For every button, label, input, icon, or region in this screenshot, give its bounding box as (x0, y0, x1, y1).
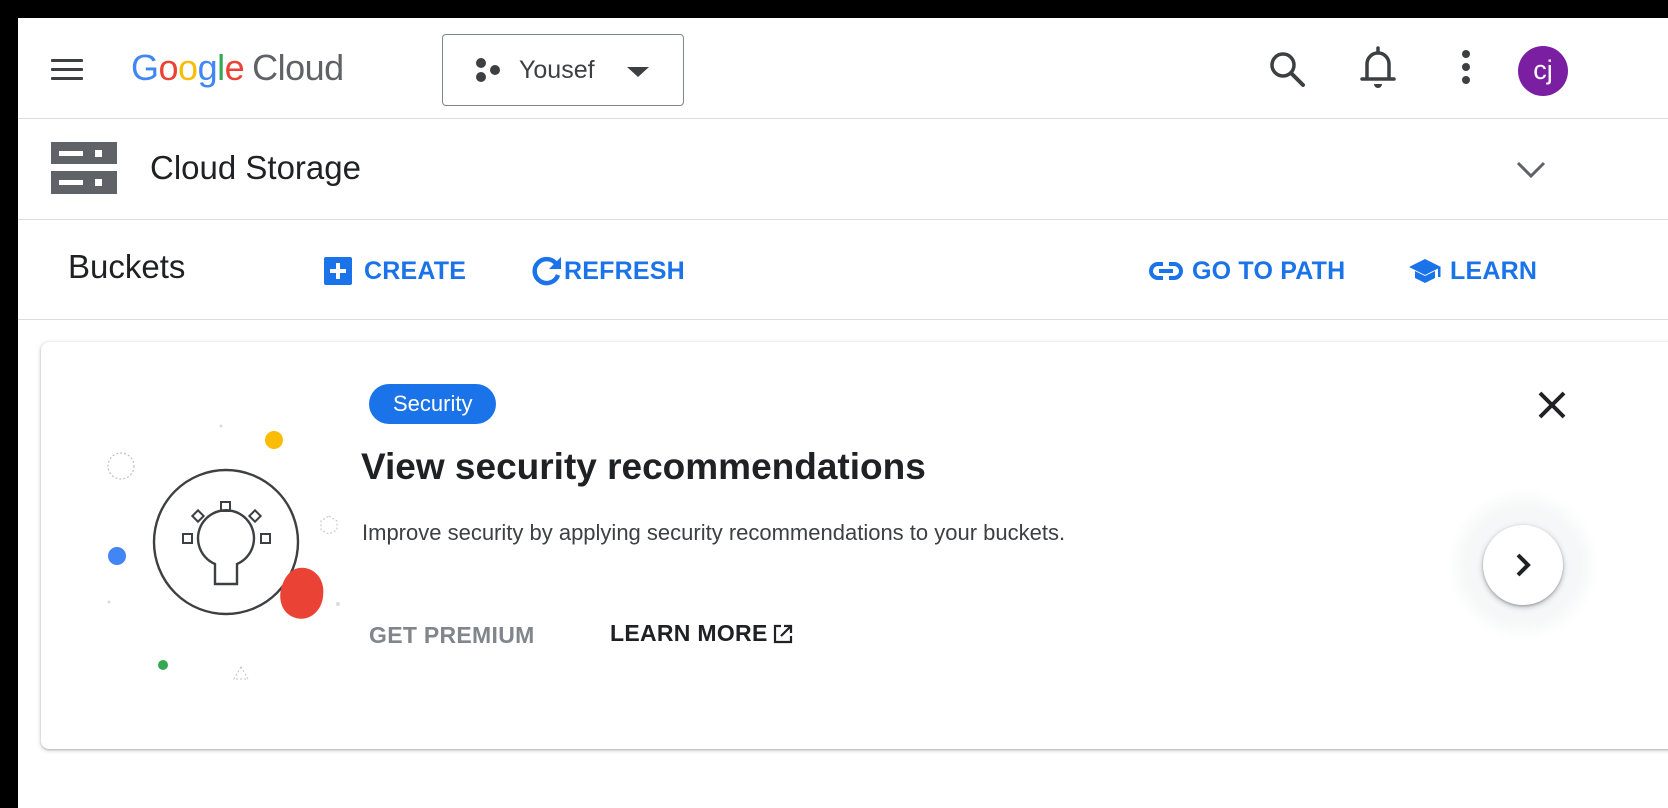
page-title: Buckets (68, 248, 186, 285)
create-button[interactable]: CREATE (324, 253, 466, 289)
refresh-label: REFRESH (564, 256, 685, 285)
create-label: CREATE (364, 256, 467, 285)
logo-letter: o (178, 47, 198, 88)
recommendation-card: Security View security recommendations I… (41, 342, 1668, 749)
add-box-icon (324, 257, 352, 285)
console-window: Google Cloud Yousef cj Cloud Storage Buc… (18, 18, 1668, 808)
chevron-right-icon (1516, 553, 1531, 577)
refresh-icon (532, 256, 561, 286)
learn-more-link[interactable]: LEARN MORE (610, 620, 794, 647)
learn-label: LEARN (1450, 256, 1538, 285)
card-description: Improve security by applying security re… (362, 520, 1066, 545)
storage-icon (51, 142, 117, 194)
close-icon[interactable] (1535, 388, 1569, 422)
logo-cloud-text: Cloud (252, 47, 344, 88)
caret-down-icon (627, 67, 649, 77)
project-selector[interactable]: Yousef (442, 34, 684, 106)
get-premium-button[interactable]: GET PREMIUM (369, 622, 535, 649)
top-app-bar: Google Cloud Yousef cj (18, 18, 1668, 119)
chevron-down-icon[interactable] (1514, 157, 1548, 181)
card-title: View security recommendations (361, 446, 926, 487)
logo-letter: g (197, 47, 218, 88)
menu-icon[interactable] (47, 56, 87, 86)
next-slide-button[interactable] (1483, 525, 1563, 605)
project-name: Yousef (519, 56, 595, 84)
avatar[interactable]: cj (1518, 46, 1568, 96)
logo-letter: o (158, 47, 179, 88)
project-icon (476, 58, 500, 82)
product-title: Cloud Storage (150, 149, 361, 186)
lightbulb-illustration (107, 424, 340, 680)
page-action-bar: Buckets CREATE REFRESH GO TO PATH LEARN (18, 220, 1668, 320)
open-in-new-icon (773, 624, 792, 643)
logo-letter: e (224, 47, 245, 88)
refresh-button[interactable]: REFRESH (530, 253, 685, 289)
search-icon[interactable] (1266, 48, 1308, 90)
link-icon (1149, 262, 1183, 280)
go-to-path-button[interactable]: GO TO PATH (1148, 253, 1345, 289)
go-to-path-label: GO TO PATH (1192, 256, 1346, 285)
learn-button[interactable]: LEARN (1408, 253, 1537, 289)
more-vert-icon[interactable] (1446, 46, 1486, 90)
school-icon (1409, 259, 1441, 283)
logo-letter: G (131, 47, 159, 88)
product-header: Cloud Storage (18, 119, 1668, 220)
logo-letter: l (217, 47, 225, 88)
google-cloud-logo[interactable]: Google Cloud (131, 47, 344, 89)
learn-more-label: LEARN MORE (610, 620, 768, 646)
bell-icon[interactable] (1356, 44, 1400, 90)
status-badge: Security (369, 384, 497, 424)
